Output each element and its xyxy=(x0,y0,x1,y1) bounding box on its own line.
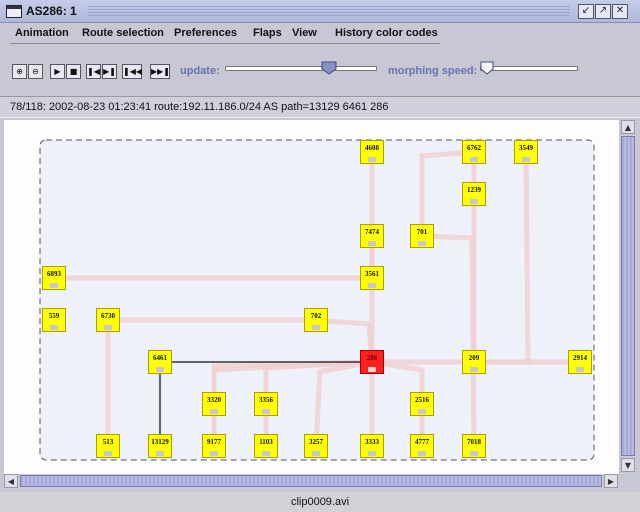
as-node[interactable]: 4608 xyxy=(360,140,384,164)
vertical-scroll-thumb[interactable] xyxy=(621,136,635,456)
as-node[interactable]: 513 xyxy=(96,434,120,458)
menu-bar: Animation Route selection Preferences Fl… xyxy=(0,22,640,44)
title-bar-stripes xyxy=(88,6,570,16)
as-node[interactable]: 6893 xyxy=(42,266,66,290)
menu-preferences[interactable]: Preferences xyxy=(174,27,237,39)
zoom-out-icon[interactable]: ⊖ xyxy=(28,64,43,79)
as-node[interactable]: 13129 xyxy=(148,434,172,458)
as-node[interactable]: 702 xyxy=(304,308,328,332)
scroll-left-icon[interactable]: ◀ xyxy=(4,474,18,488)
morphing-speed-label: morphing speed: xyxy=(388,65,478,77)
as-node[interactable]: 7474 xyxy=(360,224,384,248)
as-node[interactable]: 6461 xyxy=(148,350,172,374)
iconify-icon[interactable]: ↙ xyxy=(578,4,594,19)
rewind-icon[interactable]: ❚◀◀ xyxy=(122,64,142,79)
as-node[interactable]: 2516 xyxy=(410,392,434,416)
as-node[interactable]: 3333 xyxy=(360,434,384,458)
as-node[interactable]: 559 xyxy=(42,308,66,332)
vertical-scrollbar[interactable]: ▲ ▼ xyxy=(620,120,636,474)
menu-route-selection[interactable]: Route selection xyxy=(82,27,164,39)
as-node[interactable]: 1103 xyxy=(254,434,278,458)
as-node[interactable]: 3549 xyxy=(514,140,538,164)
play-icon[interactable]: ▶ xyxy=(50,64,65,79)
as-node[interactable]: 9177 xyxy=(202,434,226,458)
as-node[interactable]: 2914 xyxy=(568,350,592,374)
status-text: 78/118: 2002-08-23 01:23:41 route:192.11… xyxy=(10,101,389,113)
graph-svg xyxy=(39,139,595,461)
as-node[interactable]: 3257 xyxy=(304,434,328,458)
status-bar: 78/118: 2002-08-23 01:23:41 route:192.11… xyxy=(0,96,640,118)
application-window: AS286: 1 ↙ ↗ ✕ Animation Route selection… xyxy=(0,0,640,492)
maximize-icon[interactable]: ↗ xyxy=(595,4,611,19)
window-icon xyxy=(6,5,22,18)
window-title: AS286: 1 xyxy=(26,4,77,18)
step-forward-icon[interactable]: ▶❚ xyxy=(102,64,117,79)
video-filename: clip0009.avi xyxy=(290,496,350,508)
scroll-down-icon[interactable]: ▼ xyxy=(621,458,635,472)
menu-flaps[interactable]: Flaps xyxy=(253,27,282,39)
as-node[interactable]: 7018 xyxy=(462,434,486,458)
menu-divider xyxy=(10,43,440,44)
morphing-speed-slider[interactable] xyxy=(480,61,578,75)
scroll-right-icon[interactable]: ▶ xyxy=(604,474,618,488)
fast-forward-icon[interactable]: ▶▶❚ xyxy=(150,64,170,79)
menu-view[interactable]: View xyxy=(292,27,317,39)
selected-as-node[interactable]: 286 xyxy=(360,350,384,374)
menu-history-color-codes[interactable]: History color codes xyxy=(335,27,438,39)
as-node[interactable]: 6762 xyxy=(462,140,486,164)
update-slider[interactable] xyxy=(225,61,377,75)
as-node[interactable]: 3356 xyxy=(254,392,278,416)
as-node[interactable]: 6730 xyxy=(96,308,120,332)
close-icon[interactable]: ✕ xyxy=(612,4,628,19)
step-back-icon[interactable]: ❚◀ xyxy=(86,64,101,79)
as-node[interactable]: 3561 xyxy=(360,266,384,290)
scroll-up-icon[interactable]: ▲ xyxy=(621,120,635,134)
stop-icon[interactable]: ■ xyxy=(66,64,81,79)
update-label: update: xyxy=(180,65,220,77)
morphing-speed-slider-thumb[interactable] xyxy=(480,61,494,75)
as-node[interactable]: 209 xyxy=(462,350,486,374)
as-node[interactable]: 3320 xyxy=(202,392,226,416)
title-bar[interactable]: AS286: 1 ↙ ↗ ✕ xyxy=(0,0,640,23)
horizontal-scroll-thumb[interactable] xyxy=(20,475,602,487)
toolbar: ⊕ ⊖ ▶ ■ ❚◀ ▶❚ ❚◀◀ ▶▶❚ update: morphing s… xyxy=(0,58,640,84)
as-node[interactable]: 1239 xyxy=(462,182,486,206)
horizontal-scrollbar[interactable]: ◀ ▶ xyxy=(4,474,619,488)
graph-canvas[interactable]: 4608 6762 3549 1239 7474 701 6893 3561 559 6730 70… xyxy=(4,120,619,474)
zoom-in-icon[interactable]: ⊕ xyxy=(12,64,27,79)
as-node[interactable]: 701 xyxy=(410,224,434,248)
menu-animation[interactable]: Animation xyxy=(15,27,69,39)
update-slider-thumb[interactable] xyxy=(321,61,337,75)
video-caption-bar: clip0009.avi xyxy=(0,492,640,512)
as-node[interactable]: 4777 xyxy=(410,434,434,458)
